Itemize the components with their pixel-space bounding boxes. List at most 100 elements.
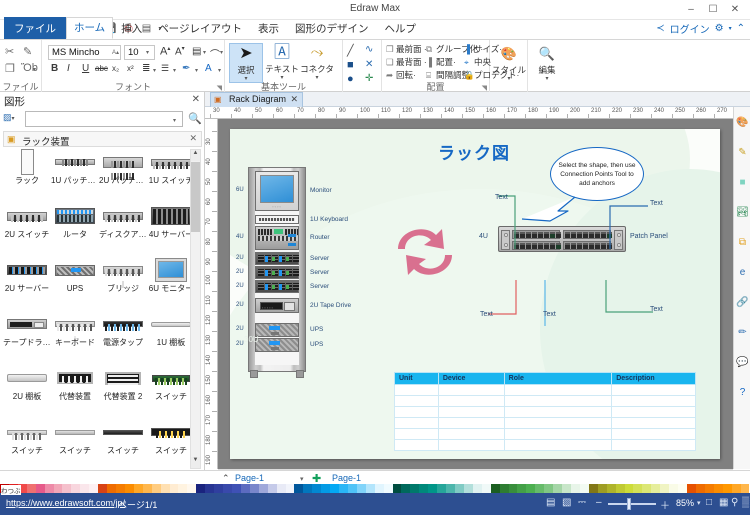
- rack-device-label[interactable]: UPS: [310, 341, 323, 348]
- text-label[interactable]: Text: [495, 194, 508, 201]
- palette-swatch[interactable]: [535, 484, 544, 493]
- palette-swatch[interactable]: [89, 484, 98, 493]
- text-align-caret-icon[interactable]: ▾: [203, 49, 206, 56]
- shapes-search-input[interactable]: [25, 111, 183, 127]
- text-label[interactable]: Text: [650, 306, 663, 313]
- palette-swatch[interactable]: [598, 484, 607, 493]
- table-cell[interactable]: [504, 440, 612, 451]
- paste-caret-icon[interactable]: ▾: [33, 66, 36, 73]
- table-cell[interactable]: [504, 418, 612, 429]
- theme-color-icon[interactable]: ■: [735, 175, 750, 190]
- table-cell[interactable]: [395, 418, 439, 429]
- select-tool-button[interactable]: ➤ 選択 ▾: [229, 43, 263, 83]
- palette-swatch[interactable]: [678, 484, 687, 493]
- normal-view-icon[interactable]: ▤: [546, 497, 555, 508]
- palette-swatch[interactable]: [607, 484, 616, 493]
- shrink-font-button[interactable]: A▾: [175, 45, 185, 57]
- palette-swatch[interactable]: [553, 484, 562, 493]
- shapes-scroll-thumb[interactable]: [191, 162, 200, 232]
- shape-item-4[interactable]: 2U スイッチ: [3, 203, 51, 239]
- palette-swatch[interactable]: [705, 484, 714, 493]
- zoom-caret-icon[interactable]: ▾: [697, 499, 701, 507]
- palette-swatch[interactable]: [366, 484, 375, 493]
- palette-swatch[interactable]: [187, 484, 196, 493]
- shape-item-1[interactable]: 1U パッチパ...: [51, 149, 99, 185]
- table-cell[interactable]: [395, 429, 439, 440]
- palette-swatch[interactable]: [473, 484, 482, 493]
- superscript-button[interactable]: x²: [127, 64, 134, 73]
- shapes-search-caret-icon[interactable]: ▾: [173, 117, 176, 124]
- ribbon-tab-4[interactable]: 表示: [250, 18, 287, 39]
- rack-device-label[interactable]: UPS: [310, 326, 323, 333]
- center-button[interactable]: ⌖中央: [464, 56, 491, 68]
- palette-swatch[interactable]: [580, 484, 589, 493]
- shape-item-3[interactable]: 1U スイッチ: [147, 149, 195, 185]
- rack-unit-ups[interactable]: [255, 323, 299, 337]
- italic-button[interactable]: I: [67, 63, 70, 74]
- table-cell[interactable]: [438, 440, 504, 451]
- palette-swatch[interactable]: [134, 484, 143, 493]
- palette-swatch[interactable]: [348, 484, 357, 493]
- palette-swatch[interactable]: [178, 484, 187, 493]
- line-tool-button[interactable]: ╱: [347, 44, 360, 57]
- line-style-icon[interactable]: ✎: [735, 145, 750, 160]
- presentation-view-icon[interactable]: ⎓: [578, 497, 586, 508]
- shapes-scrollbar[interactable]: ▲ ▼: [190, 149, 201, 469]
- palette-swatch[interactable]: [303, 484, 312, 493]
- palette-swatch[interactable]: [36, 484, 45, 493]
- palette-swatch[interactable]: [393, 484, 402, 493]
- layers-icon[interactable]: ⧉: [735, 235, 750, 250]
- shape-item-22[interactable]: スイッチ: [99, 419, 147, 455]
- vertical-ruler[interactable]: 3040506070809010011012013014015016017018…: [205, 119, 218, 469]
- rack-unit-tape[interactable]: ▪▪▪▪▪: [255, 298, 299, 313]
- zoom-tool-icon[interactable]: ⚲: [731, 497, 738, 508]
- table-cell[interactable]: [395, 407, 439, 418]
- palette-swatch[interactable]: [401, 484, 410, 493]
- palette-swatch[interactable]: [330, 484, 339, 493]
- palette-swatch[interactable]: [277, 484, 286, 493]
- font-size-input[interactable]: 10: [124, 45, 155, 60]
- font-size-caret-icon[interactable]: ▾: [146, 49, 149, 56]
- palette-swatch[interactable]: [723, 484, 732, 493]
- highlight-caret-icon[interactable]: ▾: [195, 67, 198, 74]
- rack-unit-router[interactable]: [255, 226, 299, 250]
- palette-swatch[interactable]: [62, 484, 71, 493]
- horizontal-ruler[interactable]: 3040506070809010011012013014015016017018…: [205, 107, 733, 119]
- shape-item-15[interactable]: 1U 棚板: [147, 311, 195, 347]
- rectangle-tool-button[interactable]: ■: [347, 59, 360, 72]
- category-close-icon[interactable]: ✕: [189, 133, 197, 144]
- table-row[interactable]: [395, 440, 696, 451]
- hyperlink-icon[interactable]: 🔗: [735, 295, 750, 310]
- table-cell[interactable]: [612, 429, 696, 440]
- comment-icon[interactable]: 💬: [735, 355, 750, 370]
- palette-swatch[interactable]: [321, 484, 330, 493]
- table-cell[interactable]: [504, 385, 612, 396]
- style-button[interactable]: 🎨 スタイル ▾: [492, 44, 526, 82]
- rack-device-label[interactable]: Router: [310, 234, 330, 241]
- palette-swatch[interactable]: [98, 484, 107, 493]
- shape-item-16[interactable]: 2U 棚板: [3, 365, 51, 401]
- palette-swatch[interactable]: [312, 484, 321, 493]
- text-curve-button[interactable]: ⌒: [210, 46, 220, 61]
- minimize-button[interactable]: –: [680, 1, 702, 17]
- underline-button[interactable]: U: [82, 63, 89, 74]
- table-row[interactable]: [395, 407, 696, 418]
- table-cell[interactable]: [504, 429, 612, 440]
- palette-swatch[interactable]: [107, 484, 116, 493]
- ribbon-tab-6[interactable]: ヘルプ: [376, 18, 424, 39]
- table-cell[interactable]: [438, 385, 504, 396]
- subscript-button[interactable]: x₂: [112, 64, 119, 73]
- palette-swatch[interactable]: [152, 484, 161, 493]
- scroll-down-arrow[interactable]: ▼: [191, 457, 200, 468]
- table-cell[interactable]: [438, 429, 504, 440]
- shape-item-8[interactable]: 2U サーバー: [3, 257, 51, 293]
- palette-swatch[interactable]: [651, 484, 660, 493]
- color-palette[interactable]: [0, 484, 750, 493]
- palette-swatch[interactable]: [80, 484, 89, 493]
- picture-icon[interactable]: 🏞: [735, 205, 750, 220]
- table-cell[interactable]: [612, 385, 696, 396]
- palette-swatch[interactable]: [526, 484, 535, 493]
- shapes-panel-close-icon[interactable]: ✕: [192, 94, 200, 105]
- connector-tool-button[interactable]: ⤳ コネクタ ▾: [300, 43, 334, 81]
- collapse-ribbon-icon[interactable]: ⌃: [737, 23, 745, 34]
